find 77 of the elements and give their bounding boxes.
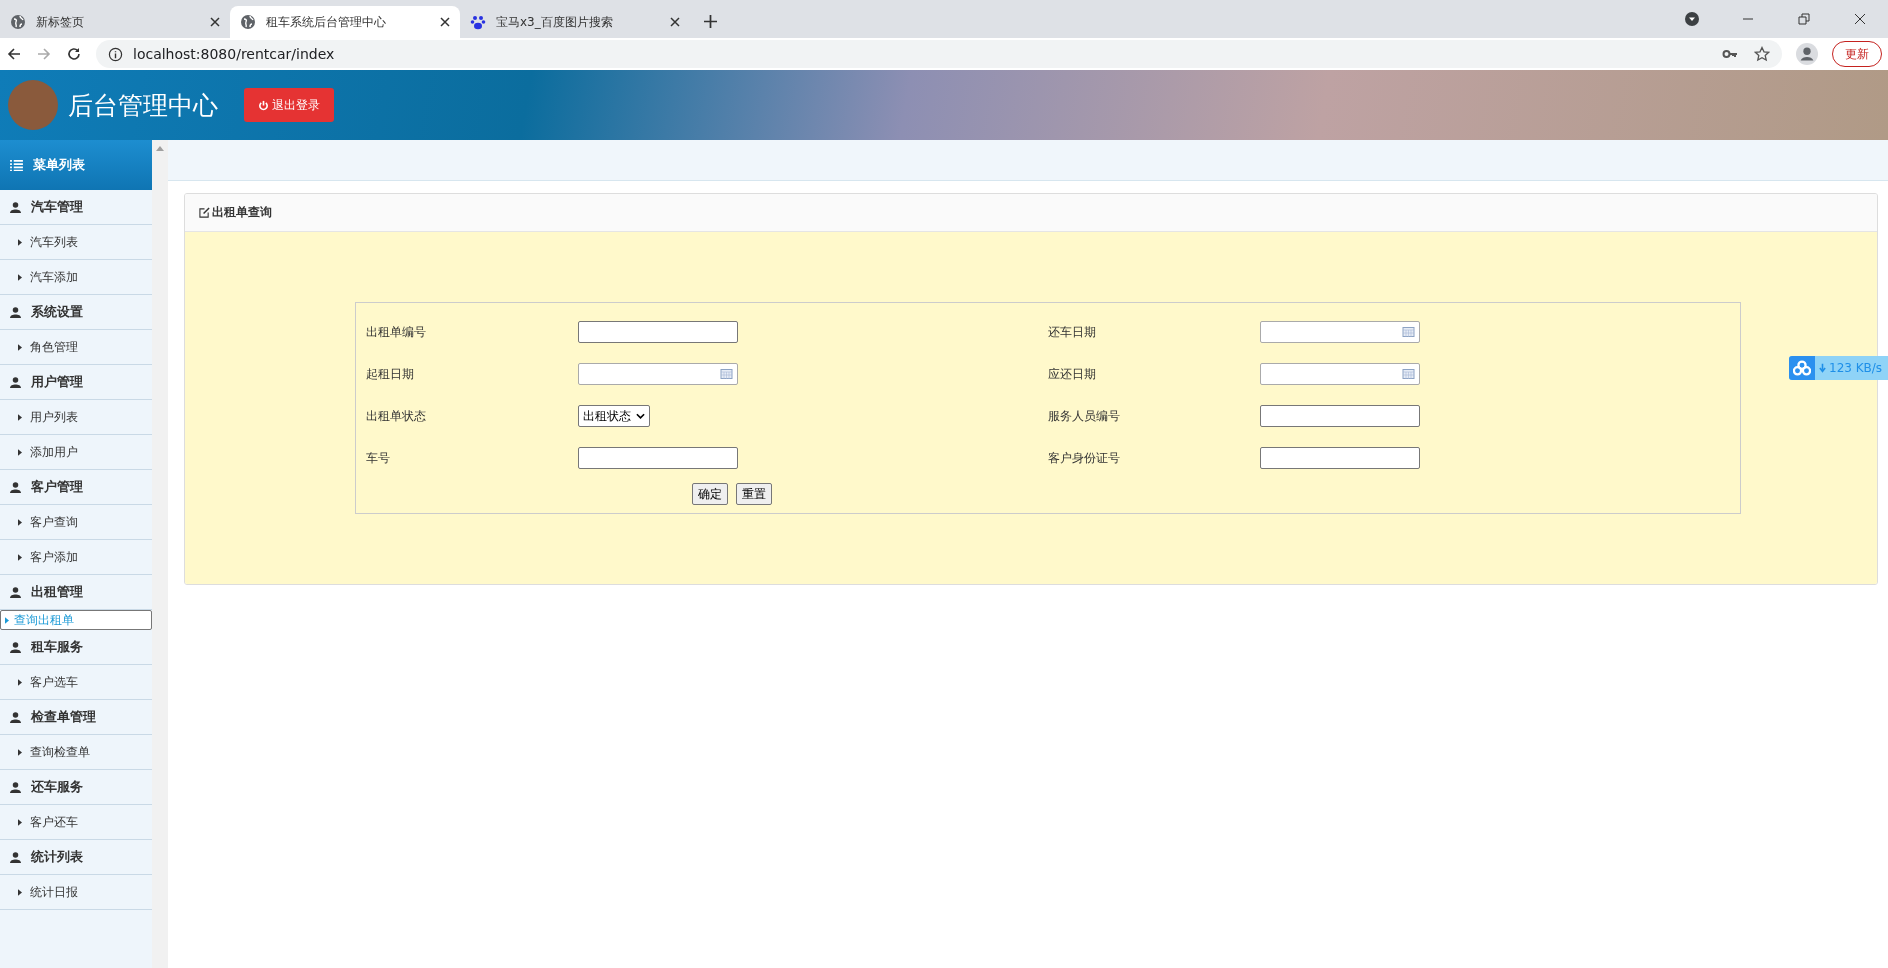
caret-icon: [18, 413, 22, 421]
user-icon: [10, 376, 21, 388]
browser-tab[interactable]: 宝马x3_百度图片搜索: [460, 6, 690, 38]
tab-title: 宝马x3_百度图片搜索: [496, 13, 614, 31]
address-bar[interactable]: localhost:8080/rentcar/index: [96, 40, 1782, 68]
caret-icon: [18, 678, 22, 686]
browser-tab[interactable]: 新标签页: [0, 6, 230, 38]
browser-tab[interactable]: 租车系统后台管理中心: [230, 6, 460, 38]
user-icon: [10, 711, 21, 723]
logout-button[interactable]: 退出登录: [244, 88, 334, 122]
user-icon: [10, 851, 21, 863]
caret-icon: [18, 238, 22, 246]
site-title: 后台管理中心: [68, 89, 218, 122]
caret-icon: [18, 518, 22, 526]
field-label: 车号: [366, 449, 391, 467]
download-speed: 123 KB/s: [1815, 361, 1888, 375]
date-field[interactable]: [1260, 363, 1420, 385]
input-field[interactable]: [578, 447, 738, 469]
user-icon: [10, 641, 21, 653]
close-icon[interactable]: [670, 17, 680, 27]
new-tab-icon[interactable]: [704, 15, 717, 28]
restore-icon[interactable]: [1796, 11, 1812, 27]
form-button[interactable]: 重置: [736, 483, 772, 505]
field-label: 出租单编号: [366, 323, 427, 341]
url-text: localhost:8080/rentcar/index: [133, 46, 335, 62]
caret-icon: [18, 818, 22, 826]
cloud-icon: [1789, 356, 1815, 380]
caret-icon: [18, 273, 22, 281]
edit-icon: [199, 207, 210, 218]
profile-icon[interactable]: [1796, 43, 1818, 65]
globe-icon: [240, 14, 256, 30]
down-arrow-icon: [1819, 363, 1826, 373]
field-label: 应还日期: [1048, 365, 1097, 383]
field-label: 服务人员编号: [1048, 407, 1121, 425]
info-icon: [108, 46, 123, 62]
status-select[interactable]: 出租状态: [578, 405, 650, 427]
user-icon: [10, 201, 21, 213]
form-button[interactable]: 确定: [692, 483, 728, 505]
caret-icon: [18, 448, 22, 456]
close-icon[interactable]: [1852, 11, 1868, 27]
user-icon: [10, 781, 21, 793]
caret-icon: [18, 888, 22, 896]
user-icon: [10, 586, 21, 598]
reload-icon[interactable]: [66, 46, 82, 62]
scroll-up-icon[interactable]: [156, 146, 164, 151]
menu-title: 菜单列表: [33, 156, 85, 174]
close-icon[interactable]: [440, 17, 450, 27]
field-label: 客户身份证号: [1048, 449, 1121, 467]
update-button[interactable]: 更新: [1832, 41, 1882, 67]
tab-title: 新标签页: [36, 13, 85, 31]
power-icon: [258, 99, 269, 111]
forward-icon[interactable]: [36, 46, 52, 62]
star-icon[interactable]: [1754, 46, 1770, 62]
tab-search-icon[interactable]: [1684, 11, 1700, 27]
paw-icon: [470, 14, 486, 30]
close-icon[interactable]: [210, 17, 220, 27]
field-label: 起租日期: [366, 365, 415, 383]
chevron-icon: [636, 413, 645, 419]
input-field[interactable]: [578, 321, 738, 343]
user-icon: [10, 481, 21, 493]
caret-icon: [18, 343, 22, 351]
list-icon: [10, 159, 23, 171]
caret-icon: [18, 748, 22, 756]
user-icon: [10, 306, 21, 318]
panel-title: 出租单查询: [212, 204, 272, 221]
field-label: 还车日期: [1048, 323, 1097, 341]
caret-icon: [5, 616, 9, 624]
input-field[interactable]: [1260, 447, 1420, 469]
avatar-circle: [8, 80, 58, 130]
field-label: 出租单状态: [366, 407, 427, 425]
tab-title: 租车系统后台管理中心: [266, 13, 387, 31]
globe-icon: [10, 14, 26, 30]
date-field[interactable]: [578, 363, 738, 385]
caret-icon: [18, 553, 22, 561]
date-field[interactable]: [1260, 321, 1420, 343]
back-icon[interactable]: [6, 46, 22, 62]
input-field[interactable]: [1260, 405, 1420, 427]
